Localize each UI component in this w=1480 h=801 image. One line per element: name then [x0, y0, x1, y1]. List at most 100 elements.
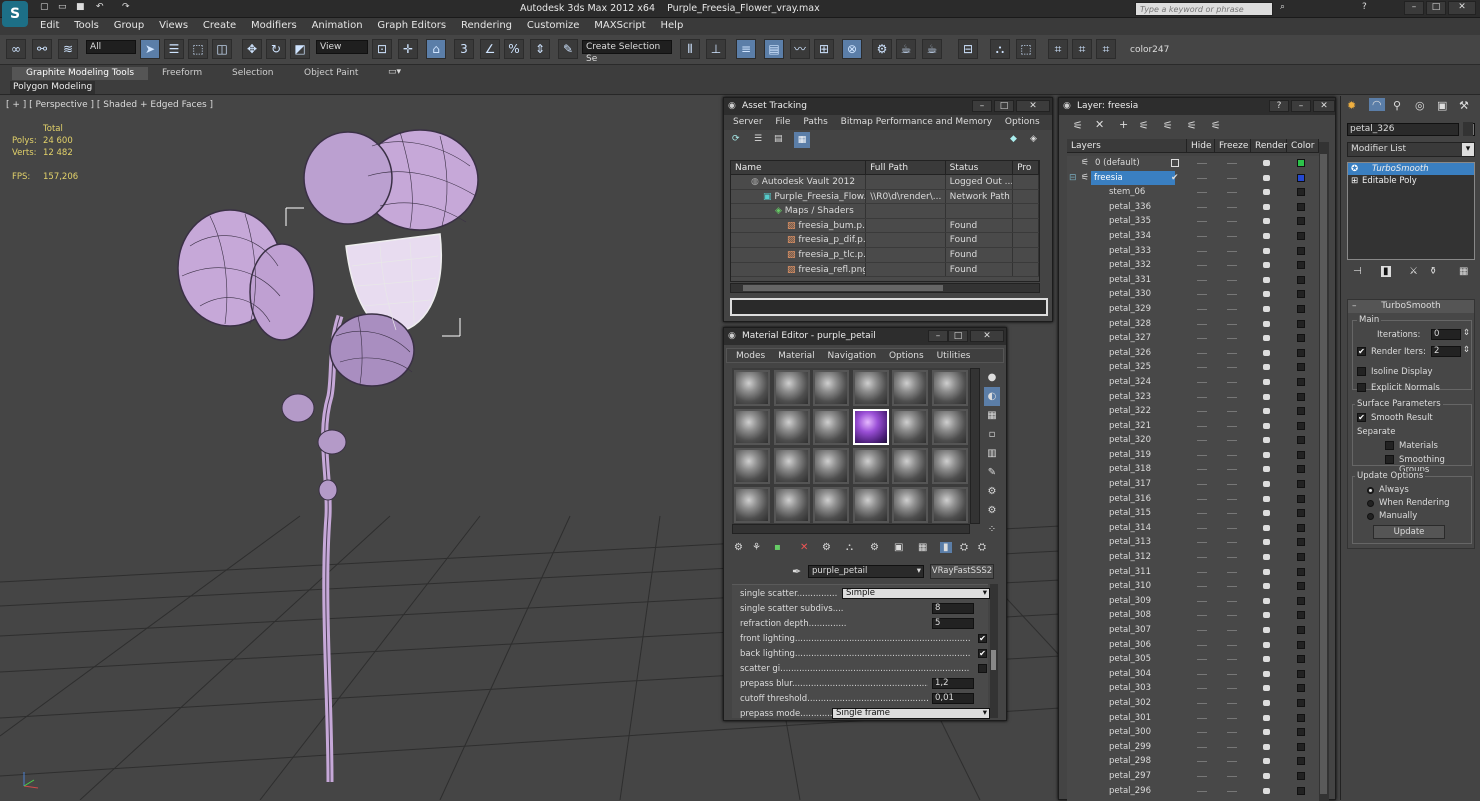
material-sample-slot[interactable] — [773, 409, 810, 445]
material-name-field[interactable]: purple_petail ▾ — [808, 565, 924, 578]
layer-help-button[interactable]: ? — [1269, 100, 1289, 112]
explicit-normals-checkbox[interactable] — [1357, 383, 1366, 392]
object-color-box[interactable] — [1297, 669, 1305, 678]
object-color-box[interactable] — [1297, 698, 1305, 707]
object-color-box[interactable] — [1297, 231, 1305, 240]
material-sample-slot[interactable] — [892, 448, 928, 484]
render-iters-checkbox[interactable]: ✔ — [1357, 347, 1366, 356]
select-by-name-icon[interactable]: ☰ — [164, 39, 184, 59]
asset-tracking-titlebar[interactable]: ◉ Asset Tracking – □ ✕ — [724, 98, 1052, 115]
render-toggle-icon[interactable] — [1263, 276, 1270, 283]
vray-frame-buffer-icon[interactable]: ⊟ — [958, 39, 978, 59]
object-color-box[interactable] — [1297, 728, 1305, 737]
scatter-gi-checkbox[interactable] — [978, 664, 987, 673]
freeze-all-layers-icon[interactable]: ⚟ — [1211, 119, 1221, 132]
render-toggle-icon[interactable] — [1263, 203, 1270, 210]
quick-access-new-icon[interactable]: ▢ — [40, 2, 49, 12]
render-toggle-icon[interactable] — [1263, 378, 1270, 385]
render-toggle-icon[interactable] — [1263, 393, 1270, 400]
material-sample-slot[interactable] — [931, 448, 968, 484]
layer-minimize-button[interactable]: – — [1291, 100, 1311, 112]
asset-tracking-minimize-button[interactable]: – — [972, 100, 992, 112]
asset-row[interactable]: ▨ freesia_bum.p... Found — [731, 218, 1039, 234]
layer-object-row[interactable]: petal_321 — [1067, 419, 1319, 434]
modifier-editable-poly[interactable]: ⊞ Editable Poly — [1348, 175, 1474, 187]
menu-rendering[interactable]: Rendering — [455, 18, 518, 33]
vray-fur-icon[interactable]: ⌗ — [1096, 39, 1116, 59]
asset-row[interactable]: ▣ Purple_Freesia_Flow... \\R0\d\render\..… — [731, 189, 1039, 205]
render-toggle-icon[interactable] — [1263, 291, 1270, 298]
select-in-layer-icon[interactable]: ⚟ — [1139, 119, 1149, 132]
render-toggle-icon[interactable] — [1263, 670, 1270, 677]
object-color-box[interactable] — [1297, 275, 1305, 284]
layer-object-row[interactable]: petal_326 — [1067, 346, 1319, 361]
menu-views[interactable]: Views — [153, 18, 194, 33]
window-crossing-icon[interactable]: ◫ — [212, 39, 232, 59]
remove-modifier-icon[interactable]: ⚱ — [1429, 266, 1437, 277]
col-name[interactable]: Name — [731, 161, 867, 174]
object-color-box[interactable] — [1297, 334, 1305, 343]
object-name-field[interactable]: petal_326 — [1347, 123, 1459, 136]
percent-snap-icon[interactable]: % — [504, 39, 524, 59]
make-unique-icon[interactable]: ⚙ — [822, 542, 831, 553]
menu-modifiers[interactable]: Modifiers — [245, 18, 303, 33]
material-sample-slot[interactable] — [773, 448, 810, 484]
render-toggle-icon[interactable] — [1263, 685, 1270, 692]
undo-icon[interactable]: ↶ — [96, 2, 104, 12]
smooth-result-checkbox[interactable]: ✔ — [1357, 413, 1366, 422]
render-toggle-icon[interactable] — [1263, 743, 1270, 750]
object-color-box[interactable] — [1297, 538, 1305, 547]
schematic-view-icon[interactable]: ⊞ — [814, 39, 834, 59]
named-selection-dropdown[interactable]: Create Selection Se — [582, 40, 672, 64]
col-color[interactable]: Color — [1287, 139, 1319, 152]
spinner-snap-icon[interactable]: ⇕ — [530, 39, 550, 59]
pick-material-icon[interactable]: ⛭ — [978, 542, 986, 553]
object-color-box[interactable] — [1297, 713, 1305, 722]
show-in-viewport-icon[interactable]: ▣ — [894, 542, 903, 553]
isoline-checkbox[interactable] — [1357, 367, 1366, 376]
object-color-box[interactable] — [1297, 523, 1305, 532]
object-color-box[interactable] — [1297, 261, 1305, 270]
asset-row[interactable]: ▨ freesia_refl.png Found — [731, 262, 1039, 278]
options-icon[interactable]: ⚙ — [984, 482, 1000, 501]
iterations-spinner[interactable]: 0 — [1431, 329, 1461, 340]
render-toggle-icon[interactable] — [1263, 408, 1270, 415]
me-menu-utilities[interactable]: Utilities — [932, 351, 976, 361]
asset-row[interactable]: ▨ freesia_p_tlc.p... Found — [731, 247, 1039, 263]
layer-object-row[interactable]: petal_307 — [1067, 623, 1319, 638]
modify-tab-icon[interactable]: ◠ — [1369, 98, 1385, 111]
utilities-tab-icon[interactable]: ⚒ — [1459, 99, 1469, 112]
me-menu-material[interactable]: Material — [773, 351, 820, 361]
help-icon[interactable]: ? — [1362, 2, 1367, 12]
link-icon[interactable]: ∞ — [6, 39, 26, 59]
layer-object-row[interactable]: petal_336 — [1067, 200, 1319, 215]
layer-object-row[interactable]: petal_329 — [1067, 302, 1319, 317]
expand-icon[interactable]: ⊟ — [1069, 171, 1077, 185]
object-color-box[interactable] — [1297, 363, 1305, 372]
quick-access-save-icon[interactable]: ■ — [76, 2, 85, 12]
menu-customize[interactable]: Customize — [521, 18, 586, 33]
selection-filter-dropdown[interactable]: All — [86, 40, 136, 54]
render-toggle-icon[interactable] — [1263, 335, 1270, 342]
menu-edit[interactable]: Edit — [34, 18, 65, 33]
at-menu-paths[interactable]: Paths — [798, 117, 832, 127]
create-layer-icon[interactable]: ⚟ — [1073, 119, 1083, 132]
prepass-mode-dropdown[interactable]: Single frame ▾ — [832, 708, 990, 719]
go-to-parent-icon[interactable]: ▮ — [940, 542, 952, 553]
ribbon-polygon-modeling[interactable]: Polygon Modeling — [10, 81, 96, 94]
asset-row[interactable]: ▨ freesia_p_dif.p... Found — [731, 233, 1039, 248]
object-color-box[interactable] — [1297, 655, 1305, 664]
tab-graphite-modeling-tools[interactable]: Graphite Modeling Tools — [12, 67, 149, 80]
redo-icon[interactable]: ↷ — [122, 2, 130, 12]
layer-object-row[interactable]: petal_332 — [1067, 258, 1319, 273]
material-sample-slot[interactable] — [892, 370, 928, 406]
vault-login-icon[interactable]: ◆ — [1010, 134, 1017, 144]
back-lighting-checkbox[interactable]: ✔ — [978, 649, 987, 658]
search-input[interactable] — [1135, 2, 1273, 16]
me-minimize-button[interactable]: – — [928, 330, 948, 342]
background-icon[interactable]: ▦ — [984, 406, 1000, 425]
separate-materials-checkbox[interactable] — [1385, 441, 1394, 450]
render-toggle-icon[interactable] — [1263, 729, 1270, 736]
render-setup-icon[interactable]: ⚙ — [872, 39, 892, 59]
render-toggle-icon[interactable] — [1263, 597, 1270, 604]
